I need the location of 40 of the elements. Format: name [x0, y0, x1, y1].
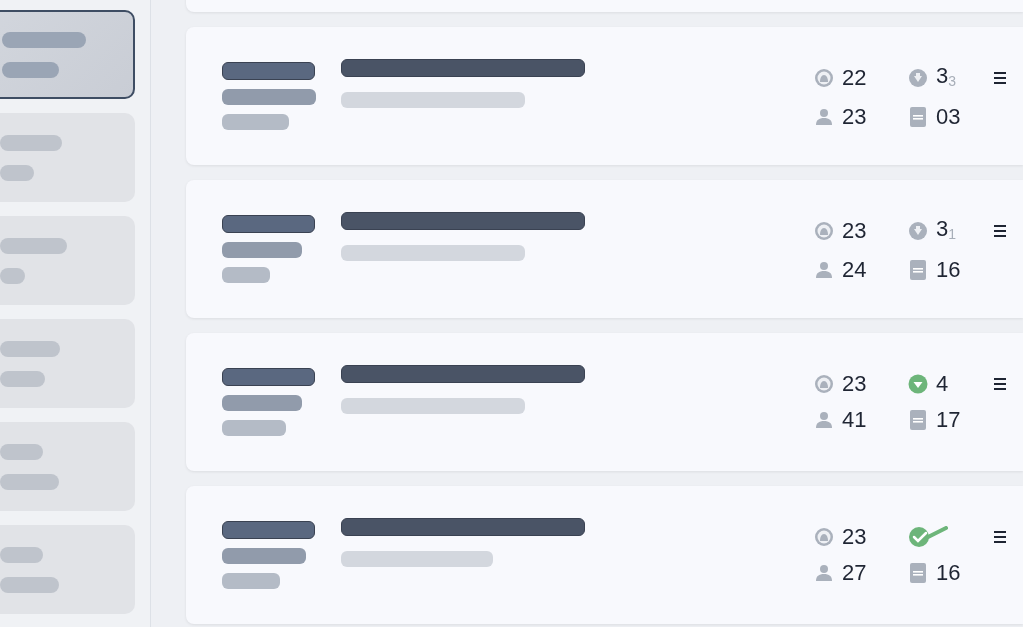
- status-count: 3$_{1}$: [936, 216, 958, 244]
- user-icon: [815, 260, 833, 279]
- user-icon: [815, 564, 833, 582]
- menu-icon[interactable]: [994, 71, 1006, 85]
- document-count: 16: [936, 561, 962, 585]
- sidebar-item[interactable]: [0, 10, 135, 99]
- menu-icon[interactable]: [994, 377, 1006, 391]
- menu-icon[interactable]: [994, 224, 1006, 238]
- triangle-circle-icon: [908, 374, 928, 394]
- skeleton-bar: [222, 267, 270, 283]
- user-icon: [815, 107, 833, 126]
- profile-circle-icon: [814, 221, 834, 241]
- profile-count: 23: [842, 219, 868, 243]
- profile-count: 22: [842, 66, 868, 90]
- arrow-circle-icon: [908, 221, 928, 241]
- skeleton-bar: [222, 114, 289, 130]
- profile-circle-icon: [814, 68, 834, 88]
- document-count: 17: [936, 408, 962, 432]
- profile-count: 23: [842, 372, 868, 396]
- user-count: 23: [842, 104, 868, 129]
- profile-circle-icon: [814, 374, 834, 394]
- user-count: 27: [842, 561, 868, 585]
- document-icon: [910, 563, 926, 583]
- document-icon: [910, 410, 926, 430]
- menu-icon[interactable]: [994, 530, 1006, 544]
- profile-count: 23: [842, 525, 868, 549]
- arrow-circle-icon: [908, 68, 928, 88]
- document-icon: [910, 259, 926, 280]
- user-count: 24: [842, 257, 868, 282]
- skeleton-bar: [222, 573, 280, 589]
- status-count: 4: [936, 372, 950, 396]
- user-count: 41: [842, 408, 868, 432]
- document-icon: [910, 106, 926, 127]
- profile-circle-icon: [814, 527, 834, 547]
- document-count: 03: [936, 104, 962, 129]
- status-count: 3$_{3}$: [936, 63, 958, 91]
- skeleton-bar: [222, 420, 286, 436]
- user-icon: [815, 411, 833, 429]
- document-count: 16: [936, 257, 962, 282]
- check-icon: [908, 526, 948, 548]
